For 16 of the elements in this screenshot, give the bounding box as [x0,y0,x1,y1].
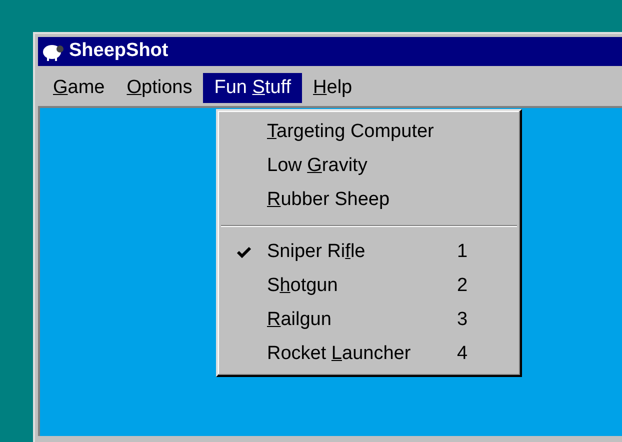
menu-item[interactable]: Game [42,73,116,103]
menu-option[interactable]: Targeting Computer [267,118,517,146]
menu-item[interactable]: Help [302,73,364,103]
menu-item[interactable]: Options [116,73,204,103]
menu-option[interactable]: Rubber Sheep [267,186,517,214]
shortcut-key: 3 [457,306,517,334]
shortcut-key: 1 [457,238,517,266]
menu-option[interactable]: Sniper Rifle [267,238,457,266]
menu-item[interactable]: Fun Stuff [203,73,302,103]
shortcut-key: 4 [457,340,517,368]
menu-option[interactable]: Shotgun [267,272,457,300]
menu-option[interactable]: Low Gravity [267,152,517,180]
shortcut-key: 2 [457,272,517,300]
window-title: SheepShot [69,39,168,64]
menu-option[interactable]: Rocket Launcher [267,340,457,368]
menu-option[interactable]: Railgun [267,306,457,334]
